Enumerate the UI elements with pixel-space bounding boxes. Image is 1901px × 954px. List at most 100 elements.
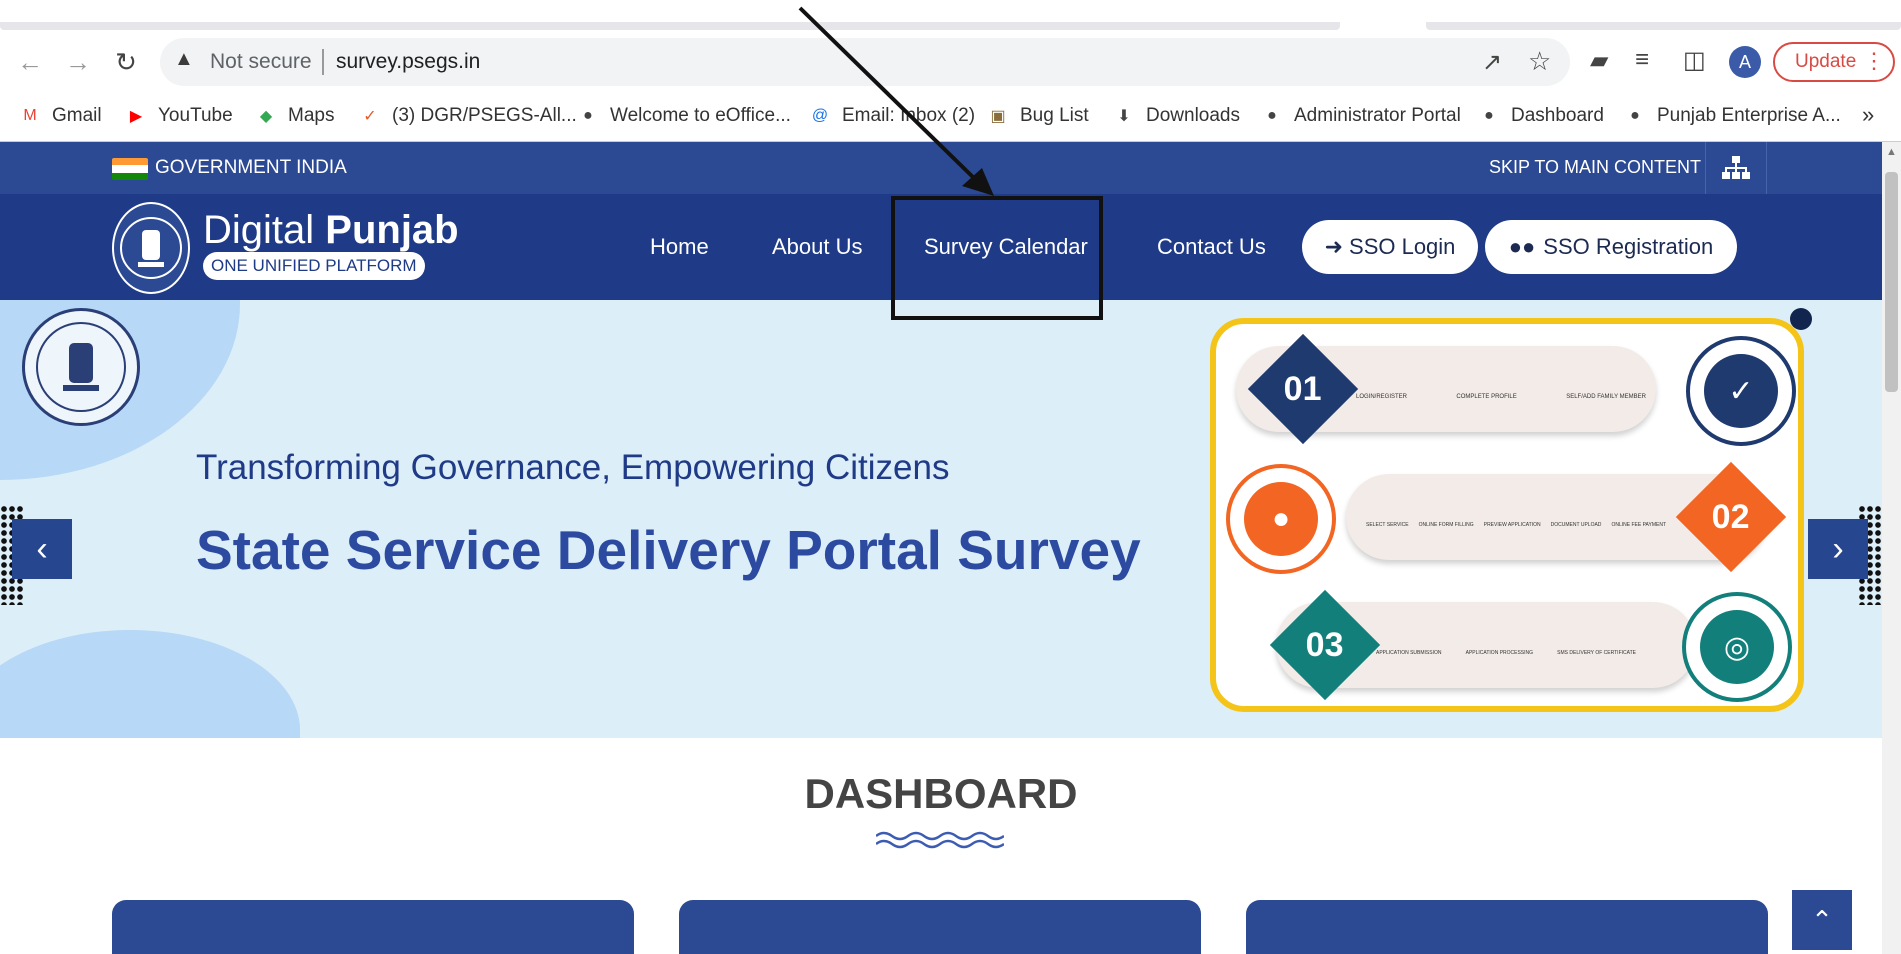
nav-contact-us[interactable]: Contact Us xyxy=(1157,234,1266,260)
side-panel-icon[interactable]: ◫ xyxy=(1683,46,1706,75)
chevron-left-icon: ‹ xyxy=(36,529,48,568)
bookmark-label: YouTube xyxy=(158,105,233,126)
brand-title[interactable]: Digital Punjab xyxy=(203,208,459,253)
back-icon[interactable]: ← xyxy=(12,44,48,80)
sso-login-label: SSO Login xyxy=(1349,234,1456,259)
skip-to-main-link[interactable]: SKIP TO MAIN CONTENT xyxy=(1489,157,1701,178)
profile-avatar[interactable]: A xyxy=(1729,46,1761,78)
security-status[interactable]: Not secure xyxy=(210,50,312,74)
bookmark-label: Punjab Enterprise A... xyxy=(1657,105,1841,126)
india-flag-icon xyxy=(112,158,148,180)
govt-of-punjab-seal xyxy=(22,308,140,426)
dashboard-card[interactable] xyxy=(1246,900,1768,954)
government-bar: GOVERNMENT INDIA SKIP TO MAIN CONTENT xyxy=(0,142,1882,194)
people-icon: ● xyxy=(1244,482,1318,556)
tab[interactable] xyxy=(1426,22,1901,30)
globe-icon: ● xyxy=(1484,107,1494,124)
at-icon: @ xyxy=(811,107,829,124)
decorative-blob xyxy=(0,630,300,738)
bookmark-item[interactable]: M Gmail xyxy=(18,102,102,130)
globe-icon: ● xyxy=(1267,107,1277,124)
download-icon: ⬇ xyxy=(1117,108,1131,125)
prev-slide-button[interactable]: ‹ xyxy=(12,519,72,579)
wave-underline xyxy=(876,831,1004,849)
punjab-emblem-logo[interactable] xyxy=(112,202,190,294)
government-label: GOVERNMENT INDIA xyxy=(155,157,347,178)
nav-about-us[interactable]: About Us xyxy=(772,234,863,260)
gmail-icon: M xyxy=(23,107,37,124)
globe-icon: ● xyxy=(583,107,593,124)
bookmark-item[interactable]: ● Punjab Enterprise A... xyxy=(1623,102,1841,130)
dashboard-card[interactable] xyxy=(112,900,634,954)
check-icon: ✓ xyxy=(363,108,377,125)
scrollbar-thumb[interactable] xyxy=(1885,172,1898,392)
next-slide-button[interactable]: › xyxy=(1808,519,1868,579)
bookmark-star-icon[interactable]: ☆ xyxy=(1528,46,1551,77)
bookmark-item[interactable]: ▣ Bug List xyxy=(986,102,1089,130)
step-captions: APPLICATION SUBMISSION APPLICATION PROCES… xyxy=(1376,650,1636,656)
step-icon-ring: ◎ xyxy=(1682,592,1792,702)
dashboard-card[interactable] xyxy=(679,900,1201,954)
sign-in-icon: ➜ xyxy=(1324,234,1344,259)
chevron-right-icon: › xyxy=(1832,529,1844,568)
scroll-up-arrow-icon[interactable]: ▲ xyxy=(1886,146,1897,158)
sitemap-button[interactable] xyxy=(1705,142,1767,194)
bookmark-item[interactable]: ● Welcome to eOffice... xyxy=(576,102,791,130)
sso-login-button[interactable]: ➜ SSO Login xyxy=(1302,220,1478,274)
hero-subtitle: Transforming Governance, Empowering Citi… xyxy=(196,448,950,487)
decorative-dot xyxy=(1790,308,1812,330)
bookmark-label: Dashboard xyxy=(1511,105,1604,126)
chevron-up-icon: ⌃ xyxy=(1811,904,1833,935)
dashboard-title: DASHBOARD xyxy=(804,770,1078,817)
address-bar[interactable]: ▲ Not secure survey.psegs.in ↗ ☆ xyxy=(160,38,1570,86)
warning-icon: ▲ xyxy=(174,48,194,70)
bookmark-label: Downloads xyxy=(1146,105,1240,126)
bookmarks-bar: » M Gmail ▶ YouTube ◆ Maps ✓ (3) DGR/PSEGS-All.… xyxy=(0,96,1901,136)
nav-home[interactable]: Home xyxy=(650,234,709,260)
location-check-icon: ✓ xyxy=(1704,354,1778,428)
bookmarks-more-icon[interactable]: » xyxy=(1862,102,1874,128)
extensions-icon[interactable]: ▰ xyxy=(1590,46,1608,75)
maps-icon: ◆ xyxy=(259,108,273,125)
bookmark-item[interactable]: ⬇ Downloads xyxy=(1112,102,1240,130)
bookmark-item[interactable]: ✓ (3) DGR/PSEGS-All... xyxy=(358,102,577,130)
bookmark-item[interactable]: ◆ Maps xyxy=(254,102,335,130)
bookmark-label: (3) DGR/PSEGS-All... xyxy=(392,105,577,126)
bookmark-item[interactable]: @ Email: Inbox (2) xyxy=(808,102,975,130)
browser-toolbar: ← → ↻ ▲ Not secure survey.psegs.in ↗ ☆ ▰… xyxy=(0,36,1901,88)
update-label: Update xyxy=(1795,51,1857,72)
brand-subtitle: ONE UNIFIED PLATFORM xyxy=(203,252,425,280)
bookmark-item[interactable]: ● Administrator Portal xyxy=(1260,102,1461,130)
sso-registration-button[interactable]: ●● SSO Registration xyxy=(1485,220,1737,274)
address-divider xyxy=(322,49,324,75)
url-text[interactable]: survey.psegs.in xyxy=(336,50,480,74)
tab[interactable] xyxy=(0,22,1340,30)
step-captions: LOGIN/REGISTER COMPLETE PROFILE SELF/ADD F… xyxy=(1356,394,1646,400)
forward-icon[interactable]: → xyxy=(60,44,96,80)
youtube-icon: ▶ xyxy=(129,108,143,125)
bookmark-label: Administrator Portal xyxy=(1294,105,1461,126)
update-button[interactable]: Update ⋮ xyxy=(1773,42,1895,82)
highlight-box xyxy=(891,196,1103,320)
bookmark-item[interactable]: ▶ YouTube xyxy=(124,102,233,130)
reading-list-icon[interactable]: ≡ xyxy=(1635,46,1649,74)
hero-title: State Service Delivery Portal Survey xyxy=(196,519,1141,581)
bookmark-label: Email: Inbox (2) xyxy=(842,105,976,126)
hero-slider: Transforming Governance, Empowering Citi… xyxy=(0,300,1882,738)
scroll-to-top-button[interactable]: ⌃ xyxy=(1792,890,1852,950)
bookmark-label: Welcome to eOffice... xyxy=(610,105,791,126)
share-icon[interactable]: ↗ xyxy=(1482,48,1502,77)
bookmark-label: Bug List xyxy=(1020,105,1089,126)
menu-dots-icon[interactable]: ⋮ xyxy=(1863,48,1885,74)
users-icon: ●● xyxy=(1508,234,1536,259)
browser-chrome: ← → ↻ ▲ Not secure survey.psegs.in ↗ ☆ ▰… xyxy=(0,0,1901,142)
reload-icon[interactable]: ↻ xyxy=(108,44,144,80)
process-infographic: LOGIN/REGISTER COMPLETE PROFILE SELF/ADD F… xyxy=(1210,318,1804,712)
globe-icon: ● xyxy=(1630,107,1640,124)
sso-registration-label: SSO Registration xyxy=(1543,234,1714,259)
page-scrollbar[interactable]: ▲ xyxy=(1882,142,1901,954)
bookmark-label: Gmail xyxy=(52,105,102,126)
bug-icon: ▣ xyxy=(990,108,1006,125)
tab-strip xyxy=(0,22,1901,30)
bookmark-item[interactable]: ● Dashboard xyxy=(1477,102,1604,130)
